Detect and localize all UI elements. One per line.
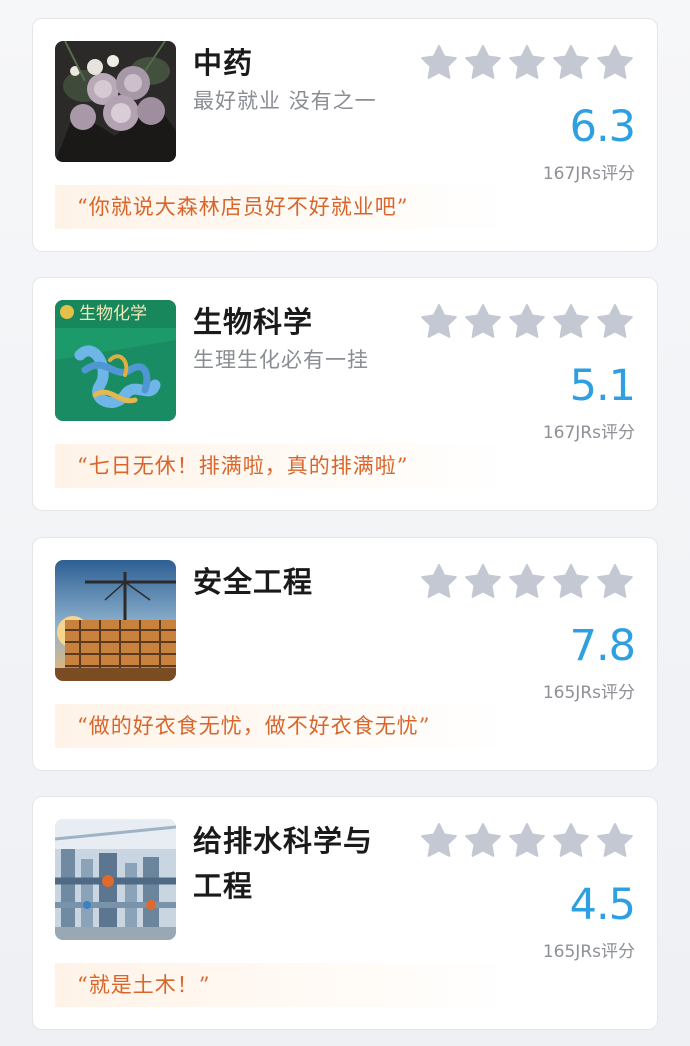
star-icon[interactable] xyxy=(463,562,503,602)
star-icon[interactable] xyxy=(419,302,459,342)
rating-stars[interactable] xyxy=(419,43,635,83)
major-card[interactable]: 给排水科学与工程 4.5 165JRs评分 “就是土木！” xyxy=(32,796,658,1030)
major-subtitle: 最好就业 没有之一 xyxy=(193,89,377,113)
rating-score: 7.8 xyxy=(569,621,636,671)
construction-site-image xyxy=(55,560,176,681)
rating-score: 4.5 xyxy=(569,880,636,930)
biochemistry-textbook-image: 生物化学 xyxy=(55,300,176,421)
rating-score: 6.3 xyxy=(569,102,636,152)
rating-count: 167JRs评分 xyxy=(542,423,635,443)
review-quote: “你就说大森林店员好不好就业吧” xyxy=(55,185,515,229)
review-quote: “七日无休！排满啦，真的排满啦” xyxy=(55,444,515,488)
review-quote: “就是土木！” xyxy=(55,963,515,1007)
rating-stars[interactable] xyxy=(419,821,635,861)
rating-count: 167JRs评分 xyxy=(542,164,635,184)
major-title: 生物科学 xyxy=(193,305,314,339)
major-subtitle: 生理生化必有一挂 xyxy=(193,348,369,372)
star-icon[interactable] xyxy=(463,821,503,861)
rating-stars[interactable] xyxy=(419,302,635,342)
major-title: 安全工程 xyxy=(193,565,314,599)
major-title: 给排水科学与工程 xyxy=(193,824,374,903)
star-icon[interactable] xyxy=(551,302,591,342)
review-quote: “做的好衣食无忧，做不好衣食无忧” xyxy=(55,704,515,748)
star-icon[interactable] xyxy=(595,43,635,83)
star-icon[interactable] xyxy=(507,302,547,342)
star-icon[interactable] xyxy=(507,821,547,861)
book-cover-title: 生物化学 xyxy=(79,304,147,324)
star-icon[interactable] xyxy=(595,821,635,861)
major-card[interactable]: 生物化学 生物科学 生理生化必有一挂 5.1 167JRs评分 “七日无休！排满… xyxy=(32,277,658,511)
rating-stars[interactable] xyxy=(419,562,635,602)
major-card[interactable]: 安全工程 7.8 165JRs评分 “做的好衣食无忧，做不好衣食无忧” xyxy=(32,537,658,771)
star-icon[interactable] xyxy=(463,302,503,342)
star-icon[interactable] xyxy=(507,43,547,83)
star-icon[interactable] xyxy=(551,821,591,861)
star-icon[interactable] xyxy=(507,562,547,602)
rating-count: 165JRs评分 xyxy=(542,942,635,962)
star-icon[interactable] xyxy=(595,562,635,602)
rating-count: 165JRs评分 xyxy=(542,683,635,703)
star-icon[interactable] xyxy=(551,562,591,602)
rating-score: 5.1 xyxy=(569,361,636,411)
star-icon[interactable] xyxy=(419,562,459,602)
major-title: 中药 xyxy=(193,46,254,80)
star-icon[interactable] xyxy=(551,43,591,83)
star-icon[interactable] xyxy=(595,302,635,342)
star-icon[interactable] xyxy=(419,821,459,861)
star-icon[interactable] xyxy=(463,43,503,83)
star-icon[interactable] xyxy=(419,43,459,83)
major-card[interactable]: 中药 最好就业 没有之一 6.3 167JRs评分 “你就说大森林店员好不好就业… xyxy=(32,18,658,252)
water-pipes-image xyxy=(55,819,176,940)
flower-bouquet-image xyxy=(55,41,176,162)
